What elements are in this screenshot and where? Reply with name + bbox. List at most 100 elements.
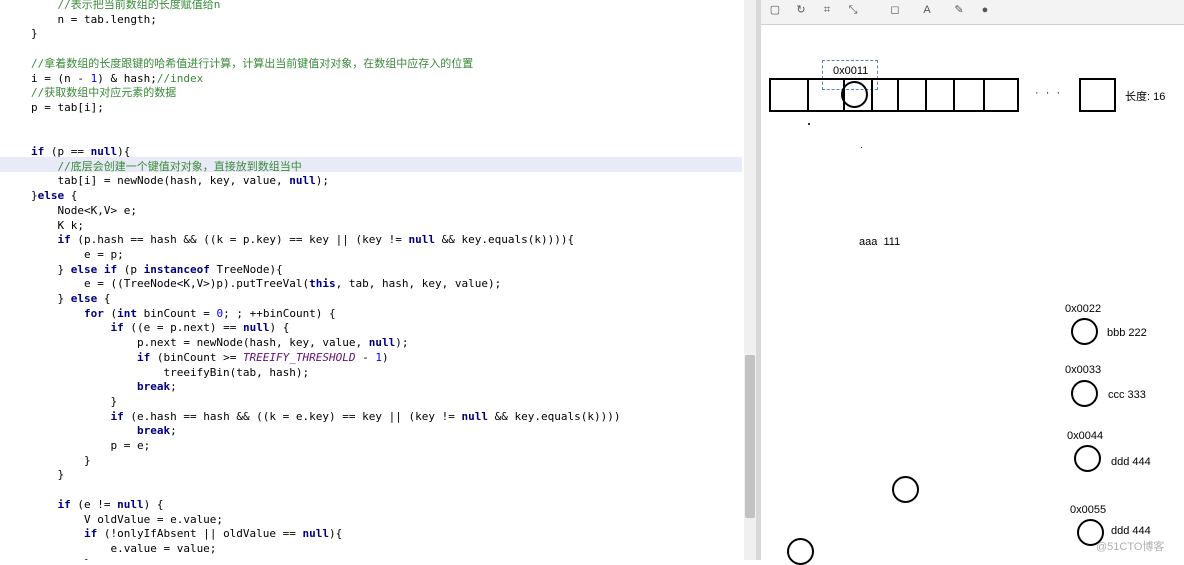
code-token: tab[i] = newNode(hash, key, value,: [31, 174, 290, 188]
code-token: ){: [329, 527, 343, 541]
node-address-label: 0x0033: [1065, 364, 1102, 376]
code-token: for: [83, 306, 104, 320]
shapes-icon[interactable]: ◻: [887, 2, 903, 18]
code-line: e = p;: [31, 248, 124, 263]
code-line: if (e != null) {: [31, 497, 164, 513]
code-line: e = ((TreeNode<K,V>)p).putTreeVal(this, …: [31, 277, 501, 292]
code-token: TREEIFY_THRESHOLD: [242, 350, 356, 364]
code-token: break: [136, 380, 171, 394]
free-circle: [892, 476, 919, 503]
editor-scrollbar-thumb[interactable]: [745, 355, 755, 518]
code-token: , tab, hash, key, value);: [335, 277, 502, 291]
code-token: null: [242, 321, 270, 335]
code-token: binCount =: [136, 306, 217, 320]
node-address-label: 0x0055: [1070, 504, 1107, 516]
code-line: //拿着数组的长度跟键的哈希值进行计算，计算出当前键值对对象，在数组中应存入的位…: [31, 57, 473, 72]
code-token: if: [110, 321, 124, 335]
stray-mark: [808, 123, 810, 125]
code-token: else: [37, 189, 65, 203]
code-token: if: [110, 409, 124, 423]
node-value-label: ddd 444: [1111, 456, 1151, 468]
code-line: }: [31, 395, 117, 410]
code-token: }: [31, 453, 91, 467]
code-token: null: [408, 233, 436, 247]
brush-icon[interactable]: ✎: [951, 2, 967, 18]
code-token: }: [31, 27, 38, 41]
code-line: i = (n - 1) & hash;//index: [31, 72, 203, 87]
code-token: {: [97, 292, 111, 305]
code-token: //拿着数组的长度跟键的哈希值进行计算，计算出当前键值对对象，在数组中应存入的位…: [31, 56, 474, 70]
code-token: i = (n -: [31, 71, 91, 85]
code-token: ) {: [143, 497, 164, 511]
code-line: treeifyBin(tab, hash);: [31, 366, 309, 381]
code-token: if: [57, 497, 71, 511]
code-line: } else if (p instanceof TreeNode){: [31, 262, 282, 278]
code-token: null: [461, 409, 489, 423]
code-token: {: [64, 189, 78, 203]
array-cell: [925, 78, 955, 112]
node-address-label: 0x0022: [1065, 303, 1102, 315]
code-line: n = tab.length;: [31, 13, 156, 28]
code-line: if ((e = p.next) == null) {: [31, 321, 289, 336]
paint-toolbar: ▢ ↻ ⌗ ⤡ ◻ A ✎ ●: [761, 0, 1184, 25]
code-line: //底层会创建一个键值对对象，直接放到数组当中: [31, 160, 302, 175]
code-line: //获取数组中对应元素的数据: [31, 86, 176, 101]
code-line: V oldValue = e.value;: [31, 513, 223, 528]
code-token: if: [57, 233, 71, 247]
text-icon[interactable]: A: [919, 2, 935, 18]
code-token: }: [31, 394, 118, 408]
rotate-icon[interactable]: ↻: [793, 2, 809, 18]
code-line: K k;: [31, 219, 84, 234]
code-token: K k;: [31, 218, 84, 232]
code-token: ){: [117, 145, 131, 158]
code-token: if: [83, 527, 98, 541]
code-line: }else {: [31, 189, 77, 204]
code-token: null: [289, 174, 316, 188]
code-token: break: [136, 424, 171, 438]
resize-icon[interactable]: ⤡: [845, 2, 861, 18]
code-line: }: [31, 27, 38, 42]
drawing-canvas[interactable]: 0x0011 · · · 长度: 16 aaa 111 0x0022 bbb 2…: [761, 25, 1184, 565]
select-icon[interactable]: ▢: [767, 2, 783, 18]
array-cell: [953, 78, 985, 112]
code-token: (p: [117, 262, 144, 276]
crop-icon[interactable]: ⌗: [819, 2, 835, 18]
code-token: else if: [70, 262, 118, 276]
code-token: p.next = newNode(hash, key, value,: [31, 336, 369, 350]
node-circle: [1071, 380, 1098, 407]
code-token: }: [31, 468, 65, 482]
array-cell: [897, 78, 927, 112]
ellipsis: · · ·: [1035, 87, 1063, 99]
node-circle: [1074, 445, 1101, 472]
code-token: ((e = p.next) ==: [123, 321, 243, 335]
code-token: ;: [170, 380, 177, 394]
code-line: p.next = newNode(hash, key, value, null)…: [31, 336, 409, 351]
code-token: (e !=: [70, 497, 118, 511]
array-cell: [983, 78, 1019, 112]
code-line: }: [31, 557, 91, 560]
code-token: ): [382, 350, 389, 364]
code-token: e.value = value;: [31, 541, 217, 555]
free-circle: [787, 538, 814, 565]
array-cell: [769, 78, 809, 112]
code-token: null: [90, 145, 118, 158]
code-line: if (e.hash == hash && ((k = e.key) == ke…: [31, 410, 620, 425]
color-icon[interactable]: ●: [977, 2, 993, 18]
code-line: if (p.hash == hash && ((k = p.key) == ke…: [31, 233, 575, 248]
node-value-label: ddd 444: [1111, 525, 1151, 537]
code-editor[interactable]: //表示把当前数组的长度赋值给n n = tab.length;} //拿着数组的…: [0, 0, 744, 560]
code-token: && key.equals(k)))): [435, 233, 568, 247]
code-token: //底层会创建一个键值对对象，直接放到数组当中: [57, 159, 302, 173]
code-line: } else {: [31, 292, 111, 307]
stray-mark: [861, 147, 862, 148]
code-token: ) {: [269, 321, 290, 335]
code-line: e.value = value;: [31, 542, 216, 557]
code-token: (e.hash == hash && ((k = e.key) == key |…: [123, 409, 462, 423]
